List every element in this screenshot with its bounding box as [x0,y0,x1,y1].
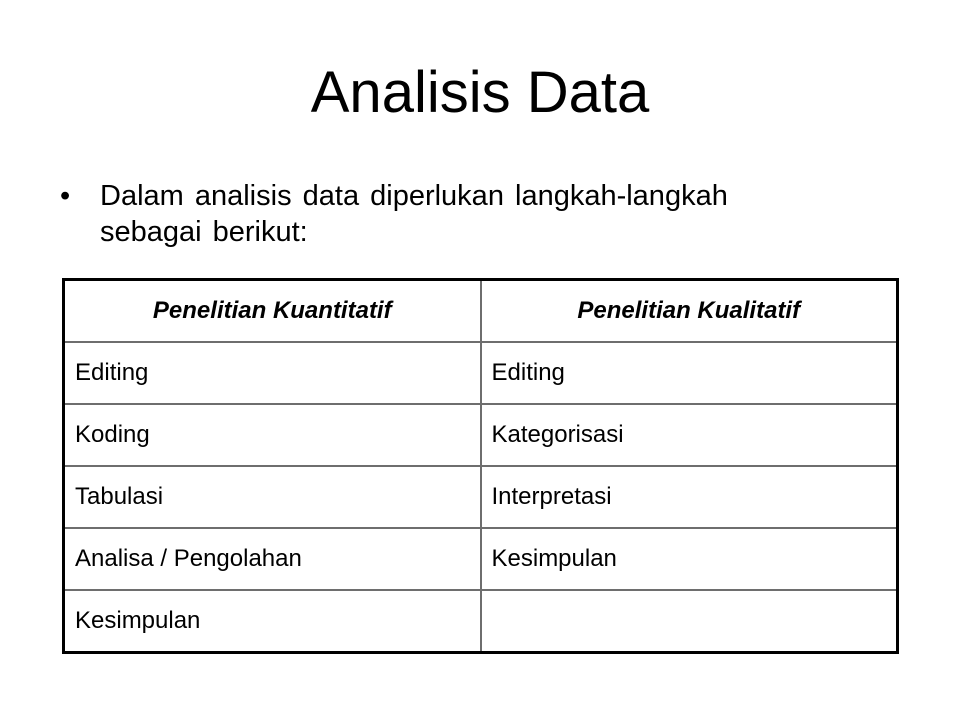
cell-quantitative: Editing [62,341,482,405]
cell-qualitative: Interpretasi [479,465,899,529]
cell-qualitative: Editing [479,341,899,405]
bullet-text: Dalam analisis data diperlukan langkah-l… [100,180,728,248]
header-quantitative: Penelitian Kuantitatif [62,278,482,343]
bullet-icon: • [60,180,71,212]
table-header-row: Penelitian Kuantitatif Penelitian Kualit… [62,278,899,343]
cell-quantitative: Tabulasi [62,465,482,529]
table-row: Tabulasi Interpretasi [62,465,899,529]
cell-qualitative-empty [479,589,899,654]
table-row: Koding Kategorisasi [62,403,899,467]
cell-quantitative: Koding [62,403,482,467]
table-row: Kesimpulan [62,589,899,654]
bullet-item: • Dalam analisis data diperlukan langkah… [58,178,818,250]
cell-qualitative: Kesimpulan [479,527,899,591]
header-qualitative: Penelitian Kualitatif [479,278,899,343]
analysis-steps-table: Penelitian Kuantitatif Penelitian Kualit… [62,278,899,654]
slide-title: Analisis Data [310,60,650,125]
table-row: Editing Editing [62,341,899,405]
cell-qualitative: Kategorisasi [479,403,899,467]
cell-quantitative: Analisa / Pengolahan [62,527,482,591]
table-row: Analisa / Pengolahan Kesimpulan [62,527,899,591]
cell-quantitative: Kesimpulan [62,589,482,654]
